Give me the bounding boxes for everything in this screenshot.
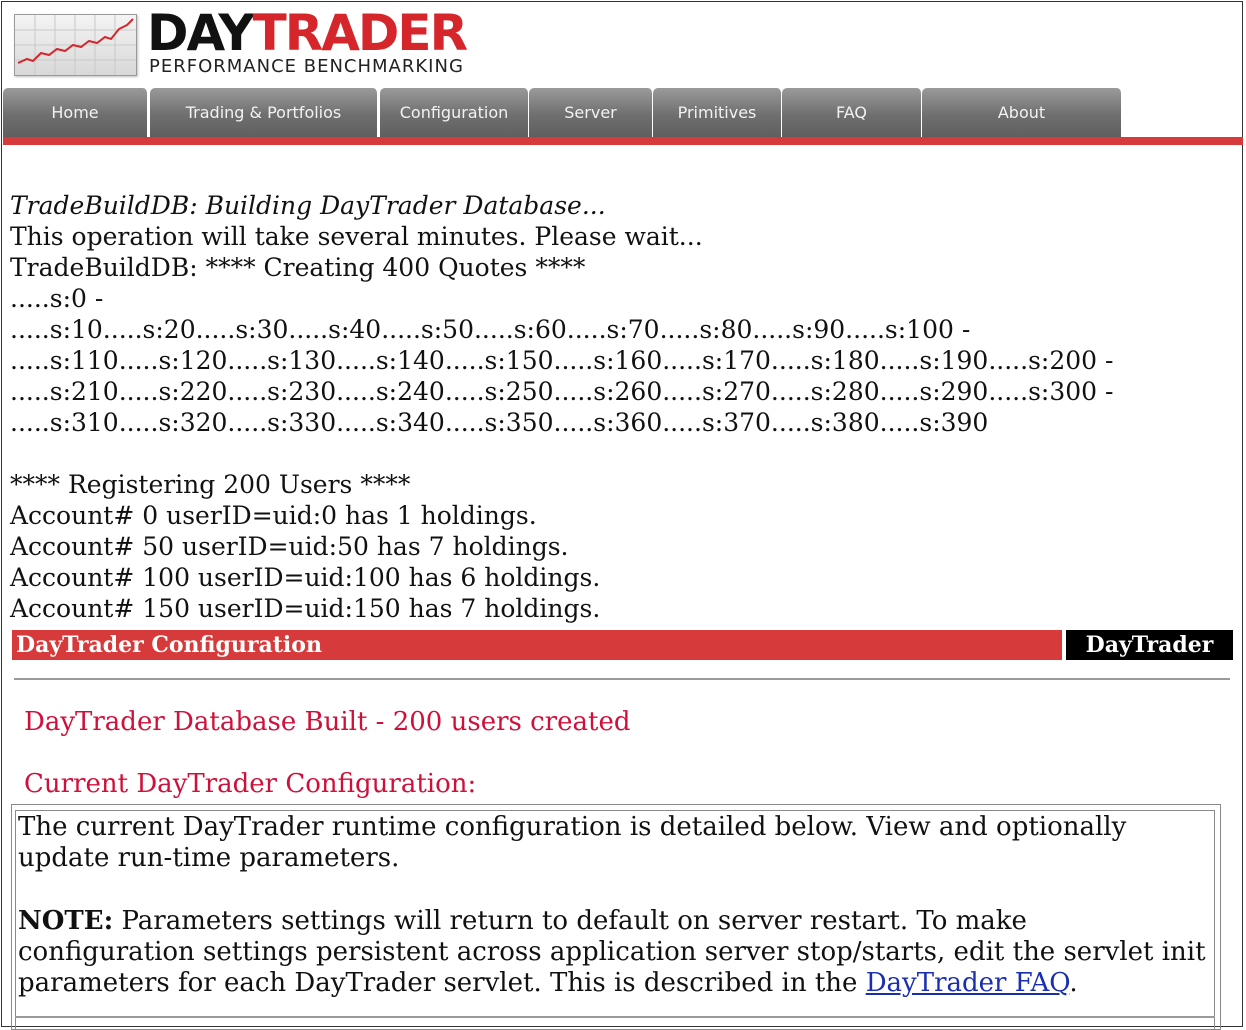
tab-about[interactable]: About <box>922 88 1122 137</box>
tab-server[interactable]: Server <box>529 88 653 137</box>
log-line: TradeBuildDB: Building DayTrader Databas… <box>10 191 606 220</box>
log-line: Account# 0 userID=uid:0 has 1 holdings. <box>10 501 537 530</box>
build-log: TradeBuildDB: Building DayTrader Databas… <box>10 190 1230 624</box>
log-line: **** Registering 200 Users **** <box>10 470 411 499</box>
tab-label: Home <box>51 103 99 122</box>
log-line: Account# 50 userID=uid:50 has 7 holdings… <box>10 532 569 561</box>
brand-tagline: PERFORMANCE BENCHMARKING <box>149 56 464 77</box>
tab-label: About <box>997 103 1046 122</box>
config-intro: The current DayTrader runtime configurat… <box>18 812 1127 873</box>
brand-day: DAY <box>147 4 255 62</box>
log-spacer <box>10 438 1230 469</box>
log-line: This operation will take several minutes… <box>10 222 703 251</box>
note-label: NOTE: <box>18 906 114 936</box>
tab-label: Configuration <box>399 103 509 122</box>
log-line: .....s:210.....s:220.....s:230.....s:240… <box>10 377 1114 406</box>
tab-label: Primitives <box>677 103 757 122</box>
log-line: Account# 100 userID=uid:100 has 6 holdin… <box>10 563 601 592</box>
nav-underline-bar <box>3 137 1243 145</box>
log-line: .....s:0 - <box>10 284 104 313</box>
log-line: .....s:310.....s:320.....s:330.....s:340… <box>10 408 989 437</box>
tab-trading-portfolios[interactable]: Trading & Portfolios <box>150 88 378 137</box>
log-line: .....s:110.....s:120.....s:130.....s:140… <box>10 346 1114 375</box>
config-note: NOTE: Parameters settings will return to… <box>18 906 1208 999</box>
tab-faq[interactable]: FAQ <box>782 88 922 137</box>
config-header-bar: DayTrader Configuration <box>12 630 1062 660</box>
config-info-text: The current DayTrader runtime configurat… <box>18 812 1208 999</box>
current-config-heading: Current DayTrader Configuration: <box>24 769 477 799</box>
daytrader-faq-link[interactable]: DayTrader FAQ <box>866 968 1070 998</box>
info-bottom-divider <box>15 1016 1215 1018</box>
log-line: .....s:10.....s:20.....s:30.....s:40....… <box>10 315 971 344</box>
main-nav: Home Trading & Portfolios Configuration … <box>3 88 1243 137</box>
tab-label: Trading & Portfolios <box>185 103 342 122</box>
logo-chart-icon <box>14 14 137 76</box>
divider <box>14 678 1230 680</box>
database-built-message: DayTrader Database Built - 200 users cre… <box>24 707 631 737</box>
tab-home[interactable]: Home <box>3 88 148 137</box>
config-header-brand: DayTrader <box>1066 630 1233 660</box>
brand-logo[interactable]: DAYTRADER <box>147 8 468 58</box>
tab-label: Server <box>564 103 617 122</box>
log-line: TradeBuildDB: **** Creating 400 Quotes *… <box>10 253 586 282</box>
tab-label: FAQ <box>836 103 867 122</box>
brand-trader: TRADER <box>252 4 468 62</box>
tab-configuration[interactable]: Configuration <box>380 88 529 137</box>
tab-primitives[interactable]: Primitives <box>653 88 782 137</box>
note-end: . <box>1069 968 1078 998</box>
log-line: Account# 150 userID=uid:150 has 7 holdin… <box>10 594 601 623</box>
